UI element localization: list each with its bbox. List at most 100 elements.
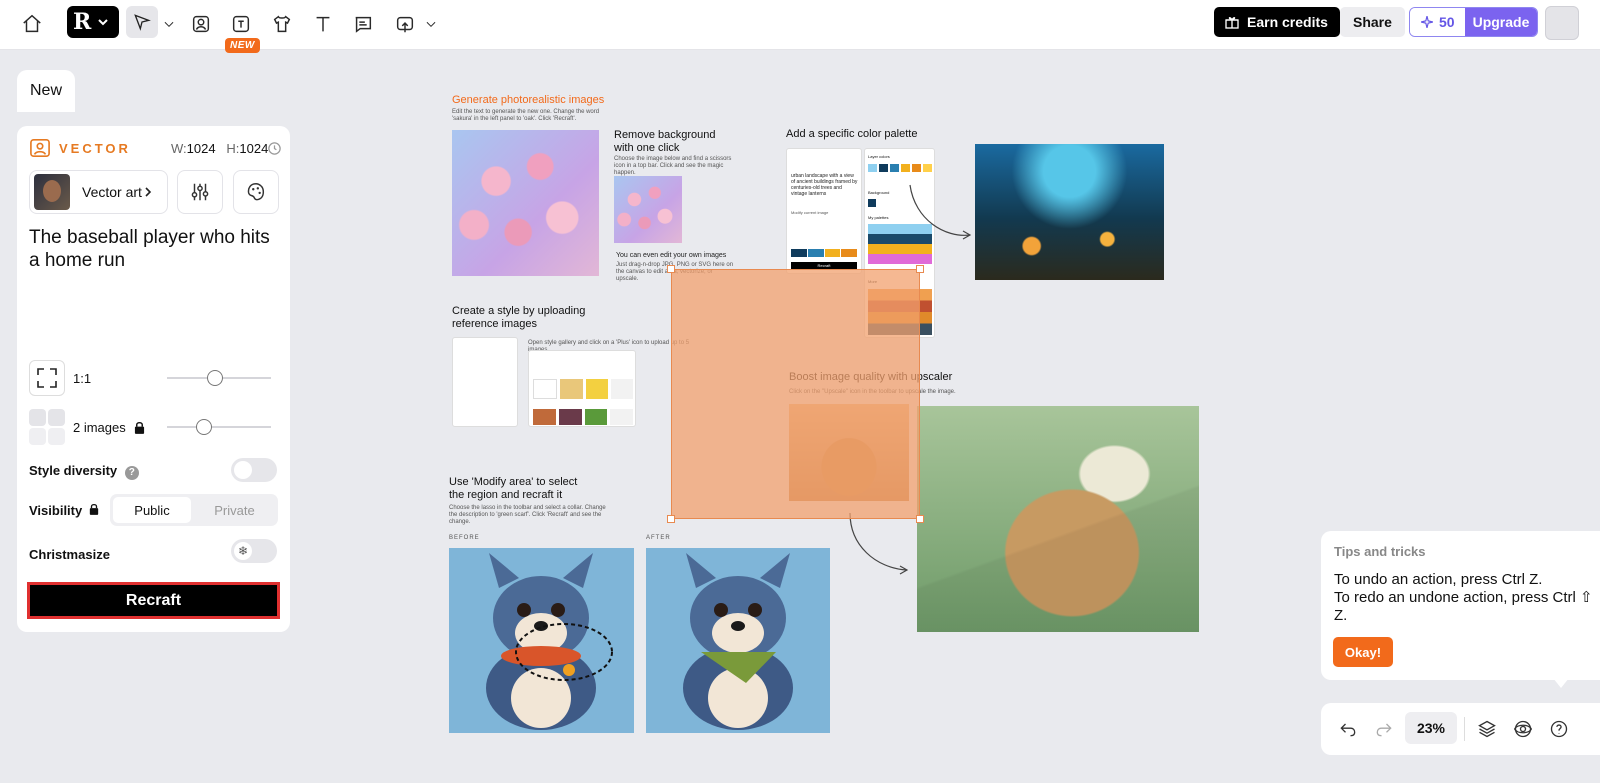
settings-button[interactable] [177, 170, 223, 214]
text-image-tool[interactable] [225, 8, 257, 40]
text-tool[interactable] [307, 8, 339, 40]
style-upload-title: Create a style by uploading reference im… [452, 305, 586, 330]
upgrade-button[interactable]: Upgrade [1464, 8, 1538, 36]
comment-tool[interactable] [347, 8, 379, 40]
snowflake-icon: ❄ [234, 542, 252, 560]
image-tool[interactable] [185, 8, 217, 40]
dog-before-image[interactable] [449, 548, 634, 733]
recraft-logo: R [73, 9, 92, 35]
private-option[interactable]: Private [194, 497, 275, 523]
palette-prompt: urban landscape with a view of ancient b… [791, 173, 858, 197]
redo-button[interactable] [1368, 713, 1400, 745]
recraft-button[interactable]: Recraft [27, 582, 280, 619]
preview-button[interactable] [1507, 713, 1539, 745]
image-count-row[interactable]: 2 images [29, 409, 279, 445]
style-diversity-text: Style diversity [29, 463, 118, 478]
aspect-ratio-label: 1:1 [73, 370, 92, 386]
pointer-icon [134, 14, 151, 31]
upload-dropdown[interactable] [422, 8, 440, 40]
zoom-value: 23% [1416, 720, 1446, 736]
upgrade-label: Upgrade [1472, 14, 1530, 30]
aspect-ratio-knob[interactable] [207, 370, 223, 386]
image-count-icon [29, 409, 65, 445]
arrow-icon [849, 512, 909, 575]
chat-icon [355, 16, 372, 33]
recraft-label: Recraft [125, 591, 182, 609]
resize-handle[interactable] [667, 515, 675, 523]
help-icon[interactable]: ? [124, 466, 139, 480]
height-value: 1024 [239, 141, 269, 156]
fantasy-forest-image[interactable] [975, 144, 1164, 280]
palette-button[interactable] [233, 170, 279, 214]
vector-model-icon [30, 139, 50, 157]
palette-title: Add a specific color palette [786, 128, 918, 140]
earn-credits-button[interactable]: Earn credits [1214, 7, 1340, 37]
sakura-image[interactable] [452, 130, 599, 276]
pointer-dropdown[interactable] [160, 8, 178, 40]
generation-panel: VECTOR W:1024 H:1024 Vector art The base… [17, 126, 290, 632]
model-label: VECTOR [59, 140, 131, 156]
model-row[interactable]: VECTOR W:1024 H:1024 [29, 138, 282, 158]
zoom-level[interactable]: 23% [1405, 712, 1457, 744]
tips-pointer [1553, 678, 1569, 688]
generate-title: Generate photorealistic images [452, 94, 605, 106]
credits-count[interactable]: 50 [1410, 8, 1465, 36]
text-image-icon [232, 15, 250, 33]
visibility-text: Visibility [29, 503, 83, 518]
dog-after-image[interactable] [646, 548, 830, 733]
undo-icon [1340, 723, 1356, 737]
image-count-knob[interactable] [196, 419, 212, 435]
style-diversity-toggle[interactable] [231, 458, 277, 482]
style-selector[interactable]: Vector art [29, 170, 168, 214]
recraft-logo-menu[interactable]: R [67, 6, 119, 38]
aspect-ratio-row[interactable]: 1:1 [29, 360, 279, 396]
image-count-slider[interactable] [167, 419, 271, 435]
tshirt-icon [273, 15, 291, 33]
chevron-right-icon [145, 187, 152, 197]
bottom-toolbar: 23% [1321, 703, 1600, 755]
width-label: W: [171, 141, 187, 156]
christmasize-toggle[interactable]: ❄ [231, 539, 277, 563]
history-icon[interactable] [267, 141, 282, 156]
credits-widget[interactable]: 50 Upgrade [1409, 7, 1539, 37]
resize-handle[interactable] [667, 265, 675, 273]
sakura-small-image[interactable] [614, 176, 682, 243]
aspect-ratio-slider[interactable] [167, 370, 271, 386]
public-option[interactable]: Public [113, 497, 191, 523]
size-readout[interactable]: W:1024 H:1024 [171, 141, 268, 156]
style-name: Vector art [82, 183, 142, 200]
user-avatar[interactable] [1545, 6, 1579, 40]
resize-handle[interactable] [916, 515, 924, 523]
remove-bg-subtitle: Choose the image below and find a scisso… [614, 156, 732, 176]
upload-tool[interactable] [389, 8, 421, 40]
okay-button[interactable]: Okay! [1333, 637, 1393, 667]
modify-subtitle: Choose the lasso in the toolbar and sele… [449, 505, 606, 525]
before-label: BEFORE [449, 535, 480, 541]
prompt-input[interactable]: The baseball player who hits a home run [29, 226, 279, 272]
share-button[interactable]: Share [1340, 7, 1405, 37]
home-icon[interactable] [16, 8, 48, 40]
lock-icon [89, 503, 99, 515]
selection-area[interactable] [671, 269, 920, 519]
visibility-toggle[interactable]: Public Private [110, 494, 278, 526]
new-tab[interactable]: New [17, 70, 75, 112]
resize-handle[interactable] [916, 265, 924, 273]
sliders-icon [191, 183, 209, 201]
new-badge: NEW [225, 38, 260, 53]
upload-icon [396, 16, 414, 33]
redo-icon [1376, 723, 1392, 737]
modify-label: Modify current image [791, 210, 829, 215]
isometric-room-image[interactable] [917, 406, 1199, 632]
generate-subtitle: Edit the text to generate the new one. C… [452, 109, 600, 122]
undo-button[interactable] [1332, 713, 1364, 745]
modify-title: Use 'Modify area' to select the region a… [449, 476, 578, 501]
layers-button[interactable] [1471, 713, 1503, 745]
mockup-tool[interactable] [266, 8, 298, 40]
layer-colors-label: Layer colors [868, 154, 890, 159]
remove-bg-title: Remove background with one click [614, 129, 716, 154]
aspect-ratio-button[interactable] [29, 360, 65, 396]
style-gallery-card [528, 350, 636, 427]
help-button[interactable] [1543, 713, 1575, 745]
tips-title: Tips and tricks [1334, 544, 1426, 559]
pointer-tool[interactable] [126, 6, 158, 38]
